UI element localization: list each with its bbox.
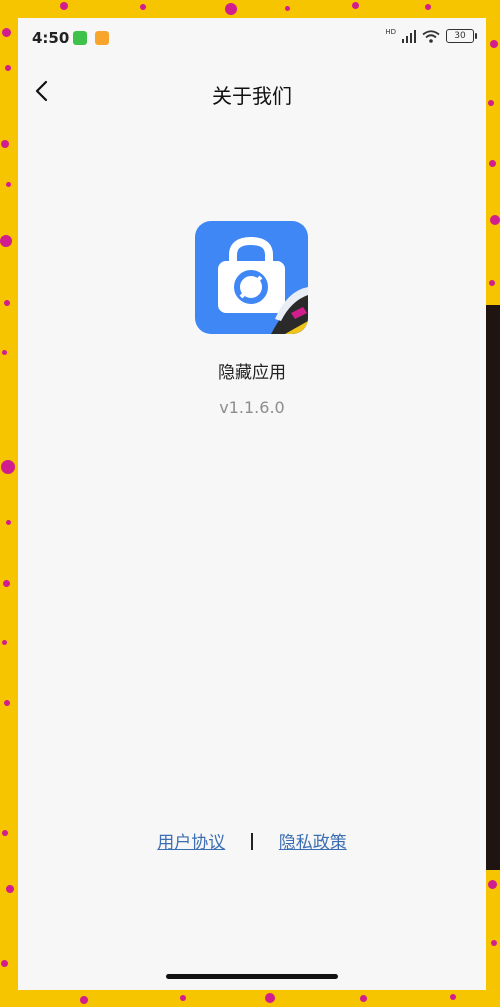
status-indicators: HD 30 <box>385 28 477 43</box>
battery-indicator: 30 <box>446 29 477 43</box>
hd-label: HD <box>385 28 396 36</box>
phone-screen: 4:50 HD 30 关于我们 隐藏应用 v1.1.6.0 用户协议 隐私政策 <box>18 18 486 990</box>
app-notification-icon <box>95 31 109 45</box>
wechat-icon <box>73 31 87 45</box>
footer-links: 用户协议 隐私政策 <box>18 828 486 853</box>
user-agreement-link[interactable]: 用户协议 <box>157 833 225 853</box>
page-title: 关于我们 <box>212 84 292 108</box>
home-indicator[interactable] <box>166 974 338 979</box>
status-time: 4:50 <box>32 29 70 47</box>
bag-link-icon <box>218 236 308 334</box>
background-photo-edge <box>485 305 500 870</box>
status-bar: 4:50 HD 30 <box>18 18 486 58</box>
app-icon <box>195 221 308 334</box>
signal-icon <box>402 29 416 43</box>
privacy-policy-link[interactable]: 隐私政策 <box>279 833 347 853</box>
app-name: 隐藏应用 <box>218 363 286 383</box>
wifi-icon <box>422 29 440 43</box>
link-separator <box>251 833 253 850</box>
app-version: v1.1.6.0 <box>219 398 285 417</box>
